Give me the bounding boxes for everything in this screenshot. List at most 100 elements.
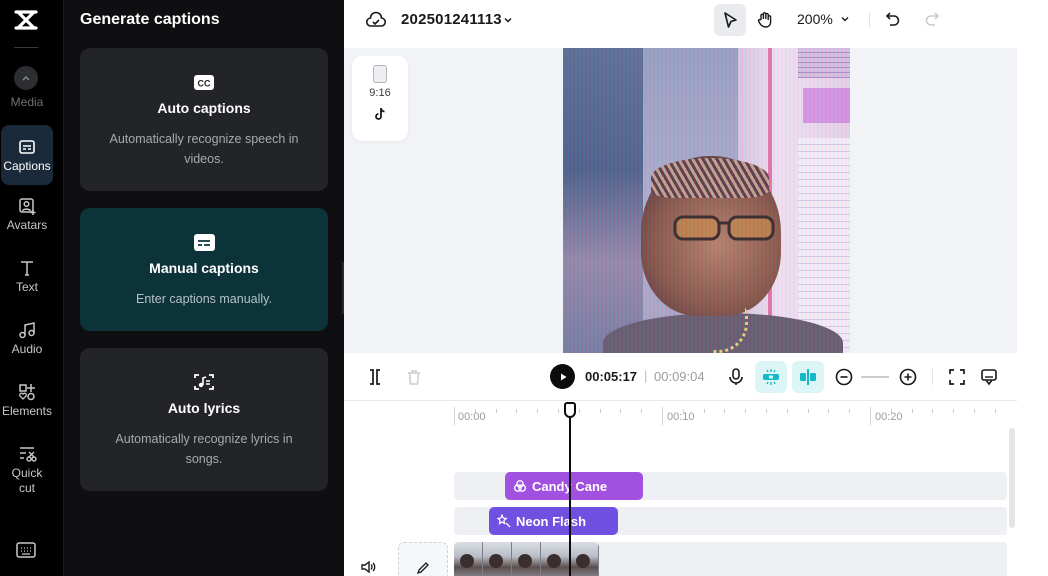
right-gutter [1017,48,1048,576]
video-thumbnail [483,542,512,576]
left-nav-rail: Media Captions Avatars Text Audio Elemen… [0,0,64,576]
rail-item-audio[interactable]: Audio [0,320,54,357]
ruler-major-tick [662,407,663,425]
fullscreen-icon[interactable] [947,367,967,387]
ruler-label: 00:20 [875,411,903,423]
microphone-icon[interactable] [726,367,746,387]
chevron-down-icon[interactable] [502,14,514,26]
timeline[interactable]: 00:00 00:10 00:20 Candy Cane Neon Flash [344,401,1017,576]
toolbar-divider [869,12,870,28]
video-preview-area: 9:16 [344,48,1017,353]
ruler-tick [516,409,517,413]
captions-panel: Generate captions CC Auto captions Autom… [64,0,344,576]
candy-cane-filter-clip[interactable]: Candy Cane [505,472,643,500]
play-icon [560,373,566,380]
effect-sparkle-icon [497,514,511,528]
volume-icon[interactable] [360,560,376,574]
video-thumbnail [454,542,483,576]
ruler-tick [745,409,746,413]
ruler-tick [766,409,767,413]
zoom-in-icon[interactable] [898,367,918,387]
card-title: Auto captions [157,100,251,116]
ruler-tick [704,409,705,413]
playhead-handle[interactable] [564,402,576,418]
auto-lyrics-card[interactable]: Auto lyrics Automatically recognize lyri… [80,348,328,491]
portrait-frame-icon [373,65,387,83]
rail-item-quick-cut[interactable]: Quick cut [0,444,54,496]
rail-item-label: cut [18,481,35,495]
aspect-ratio-selector[interactable]: 9:16 [352,56,408,141]
delete-icon[interactable] [404,367,424,387]
rail-item-label: Avatars [6,218,48,232]
select-tool-button[interactable] [714,4,746,36]
video-thumbnail [512,542,541,576]
collapse-media-button[interactable] [14,66,38,90]
auto-snap-button[interactable] [755,361,787,393]
auto-captions-card[interactable]: CC Auto captions Automatically recognize… [80,48,328,191]
split-center-icon [800,369,816,385]
video-effect-overlay [563,48,850,353]
capcut-logo-icon[interactable] [12,6,40,34]
ruler-label: 00:10 [667,411,695,423]
pencil-icon [416,562,429,575]
ruler-tick [787,409,788,413]
project-name[interactable]: 202501241113 [401,11,502,28]
undo-icon[interactable] [885,11,901,29]
zoom-level-dropdown[interactable]: 200% [797,11,833,27]
rail-item-captions[interactable]: Captions [1,125,53,185]
cloud-saved-icon[interactable] [366,11,386,29]
shapes-icon [19,384,35,401]
current-time: 00:05:17 [585,369,638,384]
keyboard-shortcuts-icon[interactable] [16,541,36,559]
pointer-icon [724,12,737,28]
ruler-tick [558,409,559,413]
ruler-tick [808,409,809,413]
main-video-clip[interactable] [454,542,599,576]
ruler-tick [828,409,829,413]
svg-text:CC: CC [198,79,211,89]
video-canvas[interactable] [563,48,850,353]
player-controls: 00:05:17 | 00:09:04 [344,353,1017,401]
card-description: Automatically recognize speech in videos… [109,132,299,166]
timeline-zoom-slider[interactable] [861,376,889,378]
play-button[interactable] [550,364,575,389]
ruler-tick [849,409,850,413]
ruler-tick [537,409,538,413]
clip-label: Neon Flash [516,513,587,529]
rail-item-elements[interactable]: Elements [0,382,54,419]
video-thumbnail [570,542,599,576]
hand-tool-button[interactable] [749,4,781,36]
rail-item-label: Media [10,95,44,109]
rail-item-avatars[interactable]: Avatars [0,196,54,233]
split-icon[interactable] [365,367,385,387]
timeline-scrollbar[interactable] [1009,428,1015,528]
filter-icon [513,480,527,492]
ruler-tick [600,409,601,413]
magnet-snap-icon [763,369,779,385]
avatar-icon [19,198,36,215]
chevron-down-icon[interactable] [840,14,850,24]
ruler-tick [620,409,621,413]
playhead-line[interactable] [569,413,571,576]
neon-flash-effect-clip[interactable]: Neon Flash [489,507,618,535]
rail-item-label: Elements [1,404,53,418]
comment-icon[interactable] [979,367,999,387]
ruler-tick [974,409,975,413]
link-clips-button[interactable] [792,361,824,393]
lyrics-icon [194,374,214,390]
rail-item-media[interactable]: Media [0,95,54,110]
zoom-out-icon[interactable] [834,367,854,387]
music-note-icon [19,322,35,339]
redo-icon[interactable] [924,11,940,29]
card-description: Automatically recognize lyrics in songs. [115,432,293,466]
time-separator: | [644,368,648,383]
card-description: Enter captions manually. [136,292,272,306]
top-bar: 202501241113 200% [344,0,1048,48]
ruler-major-tick [870,407,871,425]
rail-item-text[interactable]: Text [0,258,54,295]
ruler-tick [932,409,933,413]
edit-cover-button[interactable] [398,542,448,576]
rail-divider [14,47,38,48]
rail-item-label: Quick [11,466,43,480]
manual-captions-card[interactable]: Manual captions Enter captions manually. [80,208,328,331]
